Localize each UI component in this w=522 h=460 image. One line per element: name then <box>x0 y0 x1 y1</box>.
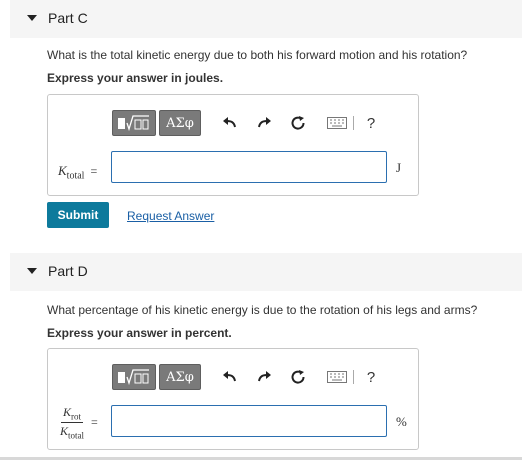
equals-sign: = <box>91 414 98 429</box>
math-toolbar: ΑΣφ ? <box>112 109 382 137</box>
fraction-denominator: Ktotal <box>58 423 86 440</box>
part-c-header[interactable]: Part C <box>10 0 522 38</box>
k-ratio-input[interactable] <box>111 405 387 437</box>
part-c-title: Part C <box>48 10 88 26</box>
k-variable: K <box>60 424 69 439</box>
joules-unit: J <box>396 160 402 175</box>
total-subscript: total <box>68 430 85 441</box>
k-total-label: Ktotal = <box>58 163 97 181</box>
collapse-caret-icon[interactable] <box>27 15 37 21</box>
k-ratio-label: Krot Ktotal = <box>58 405 98 441</box>
part-d-title: Part D <box>48 263 88 279</box>
undo-icon[interactable] <box>219 366 241 388</box>
greek-symbols-button[interactable]: ΑΣφ <box>159 110 201 136</box>
redo-icon[interactable] <box>253 112 275 134</box>
k-ratio-fraction: Krot Ktotal <box>58 405 86 441</box>
equals-sign: = <box>90 164 98 178</box>
collapse-caret-icon[interactable] <box>27 268 37 274</box>
k-total-input[interactable] <box>111 151 387 183</box>
redo-icon[interactable] <box>253 366 275 388</box>
templates-button[interactable] <box>112 364 156 390</box>
part-d-header[interactable]: Part D <box>10 253 522 291</box>
total-subscript: total <box>66 170 85 182</box>
help-icon[interactable]: ? <box>360 112 382 134</box>
part-c-question: What is the total kinetic energy due to … <box>47 48 468 62</box>
keyboard-icon[interactable] <box>325 112 349 134</box>
math-toolbar: ΑΣφ ? <box>112 363 382 391</box>
part-d-question: What percentage of his kinetic energy is… <box>47 303 478 317</box>
templates-icon <box>118 115 149 132</box>
request-answer-link[interactable]: Request Answer <box>127 209 214 223</box>
fraction-numerator: Krot <box>61 405 84 424</box>
rot-subscript: rot <box>71 411 82 422</box>
submit-button[interactable]: Submit <box>47 202 109 228</box>
k-variable: K <box>58 163 67 178</box>
part-d-instruction: Express your answer in percent. <box>47 326 232 340</box>
toolbar-divider <box>353 116 354 130</box>
undo-icon[interactable] <box>219 112 241 134</box>
toolbar-divider <box>353 370 354 384</box>
help-icon[interactable]: ? <box>360 366 382 388</box>
templates-button[interactable] <box>112 110 156 136</box>
reset-icon[interactable] <box>287 366 309 388</box>
templates-icon <box>118 369 149 386</box>
greek-symbols-button[interactable]: ΑΣφ <box>159 364 201 390</box>
keyboard-icon[interactable] <box>325 366 349 388</box>
part-c-instruction: Express your answer in joules. <box>47 71 224 85</box>
part-c-answer-box: ΑΣφ ? Ktotal = J <box>47 94 419 196</box>
part-d-answer-box: ΑΣφ ? Krot Ktotal = % <box>47 348 419 450</box>
percent-unit: % <box>396 414 407 429</box>
k-variable: K <box>63 405 72 419</box>
reset-icon[interactable] <box>287 112 309 134</box>
